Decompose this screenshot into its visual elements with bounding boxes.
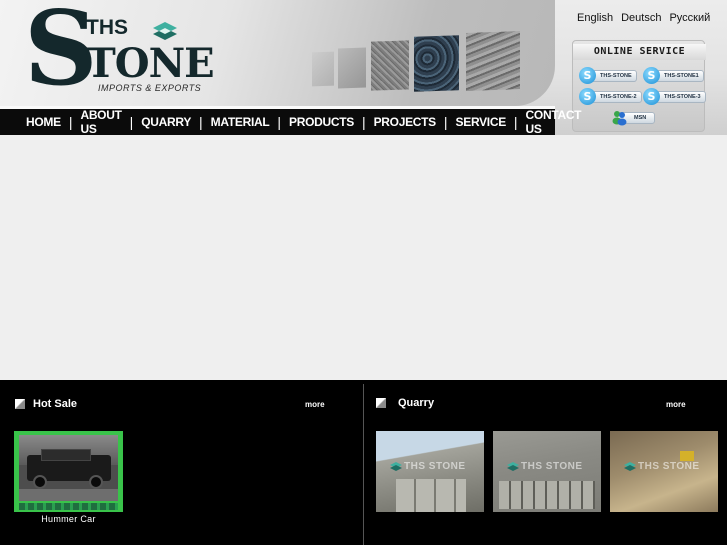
car-wheel: [89, 475, 103, 489]
thumb-watermark: THS STONE: [521, 461, 583, 472]
language-switcher: English Deutsch Русский: [577, 12, 710, 24]
skype-icon: S: [579, 67, 596, 84]
lang-russian[interactable]: Русский: [669, 12, 710, 24]
stone-tile-blue: [414, 35, 459, 92]
panel-divider: [363, 384, 364, 545]
nav-home[interactable]: HOME: [26, 115, 61, 129]
nav-separator: |: [199, 114, 203, 130]
watermark-logo-icon: [507, 462, 519, 471]
hot-sale-item-caption[interactable]: Hummer Car: [14, 514, 123, 524]
excavator: [680, 451, 694, 461]
skype-icon: S: [579, 88, 596, 105]
stone-tile: [338, 47, 366, 89]
hummer-car-image: [19, 435, 118, 501]
skype-contact-ths-stone-2[interactable]: S THS-STONE-2: [579, 88, 642, 105]
nav-separator: |: [361, 114, 366, 130]
stone-blocks: [499, 481, 595, 509]
item-frame-strip: [19, 503, 118, 510]
thumb-watermark: THS STONE: [638, 461, 700, 472]
nav-contact-us[interactable]: CONTACT US: [526, 108, 582, 135]
online-service-box: ONLINE SERVICE S THS-STONE S THS-STONE1 …: [572, 40, 706, 132]
bottom-panels: Hot Sale more Hummer Car Quarry more THS…: [0, 380, 727, 545]
quarry-photo-1[interactable]: THS STONE: [376, 431, 484, 512]
hot-sale-title: Hot Sale: [33, 398, 78, 410]
nav-products[interactable]: PRODUCTS: [289, 115, 354, 129]
bullet-icon: [376, 398, 386, 408]
nav-quarry[interactable]: QUARRY: [141, 115, 191, 129]
nav-separator: |: [443, 114, 448, 130]
lang-deutsch[interactable]: Deutsch: [621, 12, 661, 24]
msn-contact[interactable]: MSN: [612, 111, 656, 126]
nav-separator: |: [277, 114, 282, 130]
msn-icon: [612, 111, 627, 126]
bullet-icon: [15, 399, 25, 409]
nav-service[interactable]: SERVICE: [456, 115, 507, 129]
nav-separator: |: [129, 114, 134, 130]
quarry-more-link[interactable]: more: [666, 400, 686, 409]
car-wheel: [33, 475, 47, 489]
watermark-logo-icon: [390, 462, 402, 471]
watermark-logo-icon: [624, 462, 636, 471]
quarry-title: Quarry: [398, 397, 435, 409]
stone-tile-slate: [466, 31, 520, 91]
stone-tile: [312, 51, 334, 87]
hot-sale-more-link[interactable]: more: [305, 400, 325, 409]
nav-material[interactable]: MATERIAL: [211, 115, 270, 129]
main-nav: HOME | ABOUT US | QUARRY | MATERIAL | PR…: [0, 108, 582, 135]
thumb-watermark: THS STONE: [404, 461, 466, 472]
site-header: S THS TONE IMPORTS & EXPORTS English Deu…: [0, 0, 727, 135]
nav-about-us[interactable]: ABOUT US: [80, 108, 121, 135]
stone-blocks: [396, 479, 466, 512]
logo-tone: TONE: [86, 40, 215, 87]
stone-tile-granite: [371, 40, 409, 91]
online-service-title: ONLINE SERVICE: [573, 44, 706, 60]
nav-separator: |: [513, 114, 518, 130]
nav-separator: |: [68, 114, 73, 130]
skype-contact-ths-stone1[interactable]: S THS-STONE1: [643, 67, 704, 84]
car-window: [41, 449, 91, 461]
skype-icon: S: [643, 67, 660, 84]
company-logo[interactable]: S THS TONE IMPORTS & EXPORTS: [22, 0, 215, 106]
skype-contact-ths-stone-3[interactable]: S THS-STONE-3: [643, 88, 706, 105]
quarry-photo-3[interactable]: THS STONE: [610, 431, 718, 512]
hot-sale-item[interactable]: [14, 431, 123, 512]
skype-contact-ths-stone[interactable]: S THS-STONE: [579, 67, 637, 84]
nav-projects[interactable]: PROJECTS: [374, 115, 437, 129]
logo-tagline: IMPORTS & EXPORTS: [98, 83, 202, 93]
logo-ths: THS: [86, 16, 128, 39]
skype-icon: S: [643, 88, 660, 105]
main-content-area: [0, 135, 727, 380]
quarry-photo-2[interactable]: THS STONE: [493, 431, 601, 512]
floor: [19, 489, 118, 501]
lang-english[interactable]: English: [577, 12, 613, 24]
